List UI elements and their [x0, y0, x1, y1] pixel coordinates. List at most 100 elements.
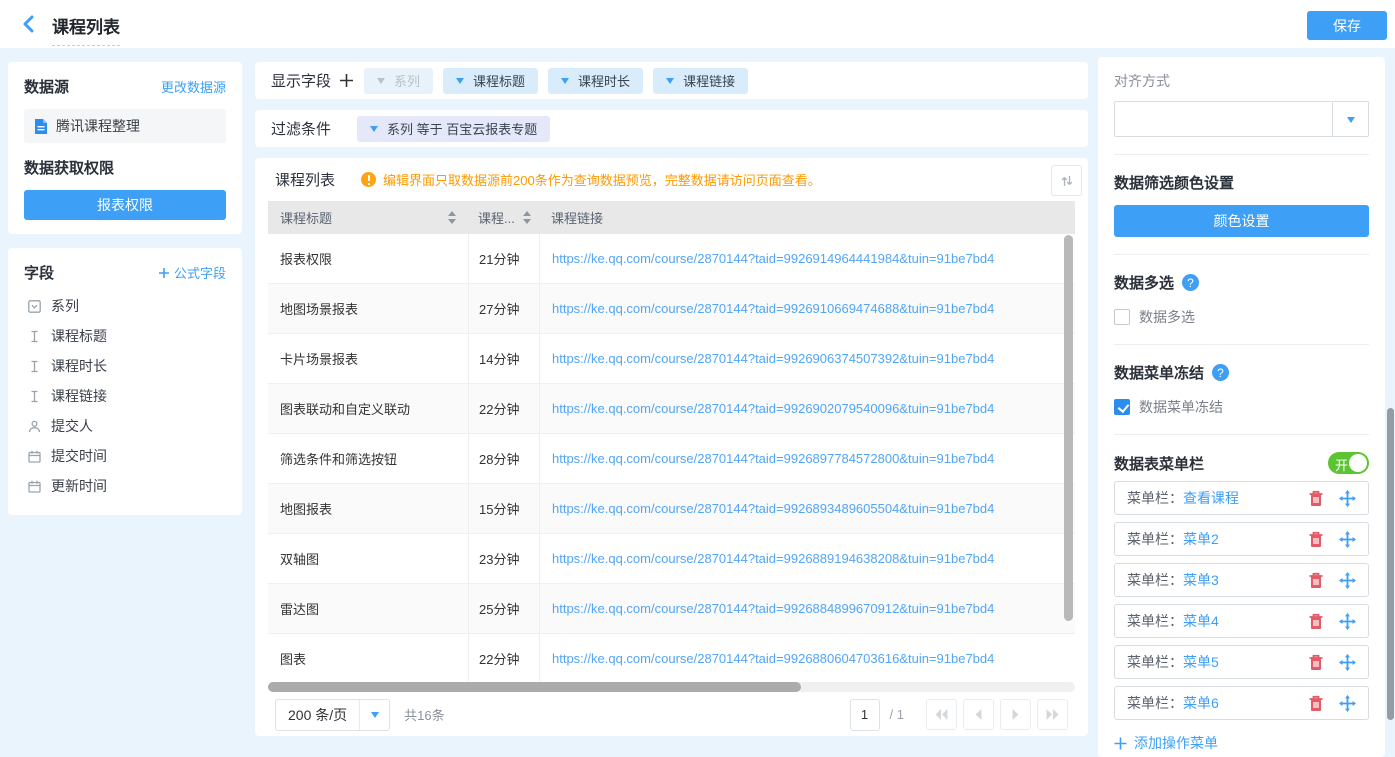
- top-bar: 课程列表 保存: [0, 0, 1395, 48]
- align-select[interactable]: [1114, 101, 1369, 137]
- course-link[interactable]: https://ke.qq.com/course/2870144?taid=99…: [552, 601, 994, 616]
- menu-name-link[interactable]: 菜单6: [1183, 693, 1219, 713]
- field-item-update-time[interactable]: 更新时间: [24, 471, 226, 501]
- freeze-checkbox[interactable]: [1114, 399, 1130, 415]
- chevron-down-icon[interactable]: [370, 126, 378, 136]
- column-header-link[interactable]: 课程链接: [539, 201, 1075, 234]
- pager-controls: / 1: [850, 699, 1068, 731]
- field-item-course-title[interactable]: 课程标题: [24, 321, 226, 351]
- table-row: 筛选条件和筛选按钮 28分钟 https://ke.qq.com/course/…: [268, 434, 1075, 484]
- row-order-button[interactable]: [1051, 165, 1082, 196]
- divider: [1114, 254, 1369, 255]
- move-icon[interactable]: [1339, 613, 1356, 630]
- cell-course-title: 图表联动和自定义联动: [268, 384, 468, 433]
- multiselect-option: 数据多选: [1114, 307, 1369, 327]
- page-size-select[interactable]: 200 条/页: [275, 699, 390, 731]
- menu-name-link[interactable]: 查看课程: [1183, 488, 1239, 508]
- change-datasource-link[interactable]: 更改数据源: [161, 77, 226, 96]
- course-link[interactable]: https://ke.qq.com/course/2870144?taid=99…: [552, 651, 994, 666]
- move-icon[interactable]: [1339, 490, 1356, 507]
- page-vertical-scrollbar[interactable]: [1387, 408, 1394, 720]
- next-page-button[interactable]: [1000, 699, 1031, 730]
- menubar-toggle[interactable]: 开: [1328, 452, 1369, 474]
- move-icon[interactable]: [1339, 572, 1356, 589]
- trash-icon[interactable]: [1308, 613, 1324, 630]
- trash-icon[interactable]: [1308, 572, 1324, 589]
- chevron-down-icon[interactable]: [456, 78, 464, 88]
- sort-arrows-icon[interactable]: [448, 207, 456, 228]
- menu-name-link[interactable]: 菜单2: [1183, 529, 1219, 549]
- trash-icon[interactable]: [1308, 695, 1324, 712]
- course-link[interactable]: https://ke.qq.com/course/2870144?taid=99…: [552, 351, 994, 366]
- table-row: 报表权限 21分钟 https://ke.qq.com/course/28701…: [268, 234, 1075, 284]
- field-item-series[interactable]: 系列: [24, 291, 226, 321]
- page-number-input[interactable]: [850, 699, 880, 731]
- help-icon[interactable]: [1212, 364, 1229, 381]
- menu-item[interactable]: 菜单栏： 菜单4: [1114, 604, 1369, 638]
- move-icon[interactable]: [1339, 531, 1356, 548]
- datasource-item[interactable]: 腾讯课程整理: [24, 109, 226, 143]
- trash-icon[interactable]: [1308, 490, 1324, 507]
- table-vertical-scrollbar[interactable]: [1064, 235, 1073, 621]
- field-item-course-duration[interactable]: 课程时长: [24, 351, 226, 381]
- help-icon[interactable]: [1182, 274, 1199, 291]
- last-page-button[interactable]: [1037, 699, 1068, 730]
- color-settings-button[interactable]: 颜色设置: [1114, 205, 1369, 237]
- field-tag-course-duration[interactable]: 课程时长: [548, 68, 643, 94]
- menu-item[interactable]: 菜单栏： 菜单3: [1114, 563, 1369, 597]
- back-icon[interactable]: [18, 13, 40, 35]
- move-icon[interactable]: [1339, 654, 1356, 671]
- multiselect-checkbox[interactable]: [1114, 309, 1130, 325]
- field-tag-course-link[interactable]: 课程链接: [653, 68, 748, 94]
- menu-name-link[interactable]: 菜单4: [1183, 611, 1219, 631]
- chevron-down-icon[interactable]: [377, 78, 385, 88]
- report-permission-button[interactable]: 报表权限: [24, 190, 226, 220]
- cell-duration: 25分钟: [468, 584, 539, 633]
- course-link[interactable]: https://ke.qq.com/course/2870144?taid=99…: [552, 401, 994, 416]
- menu-item[interactable]: 菜单栏： 菜单5: [1114, 645, 1369, 679]
- course-table-panel: 课程列表 编辑界面只取数据源前200条作为查询数据预览，完整数据请访问页面查看。…: [255, 158, 1088, 736]
- add-field-icon[interactable]: [339, 73, 354, 88]
- course-link[interactable]: https://ke.qq.com/course/2870144?taid=99…: [552, 551, 994, 566]
- field-item-submitter[interactable]: 提交人: [24, 411, 226, 441]
- trash-icon[interactable]: [1308, 654, 1324, 671]
- field-item-course-link[interactable]: 课程链接: [24, 381, 226, 411]
- course-link[interactable]: https://ke.qq.com/course/2870144?taid=99…: [552, 501, 994, 516]
- calendar-icon: [28, 480, 41, 493]
- chevron-down-icon[interactable]: [359, 700, 389, 730]
- add-menu-link[interactable]: 添加操作菜单: [1114, 733, 1369, 753]
- plus-icon: [158, 267, 170, 279]
- course-link[interactable]: https://ke.qq.com/course/2870144?taid=99…: [552, 451, 994, 466]
- chevron-down-icon[interactable]: [1332, 102, 1368, 136]
- settings-sidebar: 对齐方式 数据筛选颜色设置 颜色设置 数据多选 数据多选 数据菜单冻结 数据菜单…: [1098, 57, 1385, 757]
- chevron-down-icon[interactable]: [561, 78, 569, 88]
- save-button[interactable]: 保存: [1307, 11, 1387, 40]
- cell-duration: 22分钟: [468, 384, 539, 433]
- formula-field-link[interactable]: 公式字段: [158, 263, 226, 282]
- field-tag-course-title[interactable]: 课程标题: [443, 68, 538, 94]
- filter-label: 过滤条件: [271, 118, 331, 139]
- column-header-title[interactable]: 课程标题: [268, 201, 468, 234]
- filter-condition-tag[interactable]: 系列 等于 百宝云报表专题: [357, 116, 550, 142]
- course-link[interactable]: https://ke.qq.com/course/2870144?taid=99…: [552, 301, 994, 316]
- permission-title: 数据获取权限: [24, 157, 226, 178]
- menu-item[interactable]: 菜单栏： 菜单6: [1114, 686, 1369, 720]
- fields-title: 字段: [24, 262, 54, 283]
- previous-page-button[interactable]: [963, 699, 994, 730]
- table-horizontal-scrollbar-track: [268, 682, 1075, 692]
- field-item-submit-time[interactable]: 提交时间: [24, 441, 226, 471]
- column-header-duration[interactable]: 课程...: [468, 201, 539, 234]
- menu-item[interactable]: 菜单栏： 查看课程: [1114, 481, 1369, 515]
- move-icon[interactable]: [1339, 695, 1356, 712]
- course-link[interactable]: https://ke.qq.com/course/2870144?taid=99…: [552, 251, 994, 266]
- field-tag-series[interactable]: 系列: [364, 68, 433, 94]
- chevron-down-icon[interactable]: [666, 78, 674, 88]
- calendar-icon: [28, 450, 41, 463]
- menu-name-link[interactable]: 菜单3: [1183, 570, 1219, 590]
- table-horizontal-scrollbar[interactable]: [268, 682, 801, 692]
- first-page-button[interactable]: [926, 699, 957, 730]
- sort-arrows-icon[interactable]: [523, 207, 531, 228]
- trash-icon[interactable]: [1308, 531, 1324, 548]
- menu-name-link[interactable]: 菜单5: [1183, 652, 1219, 672]
- menu-item[interactable]: 菜单栏： 菜单2: [1114, 522, 1369, 556]
